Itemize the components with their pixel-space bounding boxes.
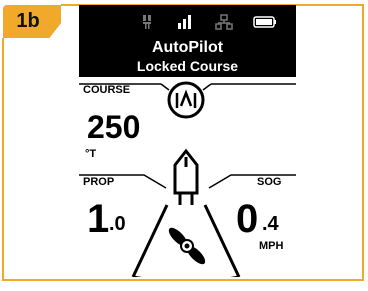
sog-label: SOG <box>257 176 282 188</box>
course-value: 250 <box>87 109 141 145</box>
locked-course-icon <box>167 81 205 119</box>
figure-label: 1b <box>16 10 40 32</box>
course-label: COURSE <box>83 84 131 96</box>
sog-value-dec: .4 <box>262 213 279 235</box>
propeller-icon <box>168 227 206 265</box>
prop-value-int: 1 <box>87 197 110 241</box>
figure-label-badge: 1b <box>3 5 61 38</box>
prop-value-dec: .0 <box>109 213 126 235</box>
sog-value-int: 0 <box>236 197 259 241</box>
course-unit: °T <box>85 148 97 160</box>
autopilot-screen: AutoPilot Locked Course COURSE 250 °T PR… <box>79 5 296 277</box>
prop-label: PROP <box>83 176 115 188</box>
sog-unit: MPH <box>259 240 284 252</box>
boat-icon <box>173 148 199 205</box>
